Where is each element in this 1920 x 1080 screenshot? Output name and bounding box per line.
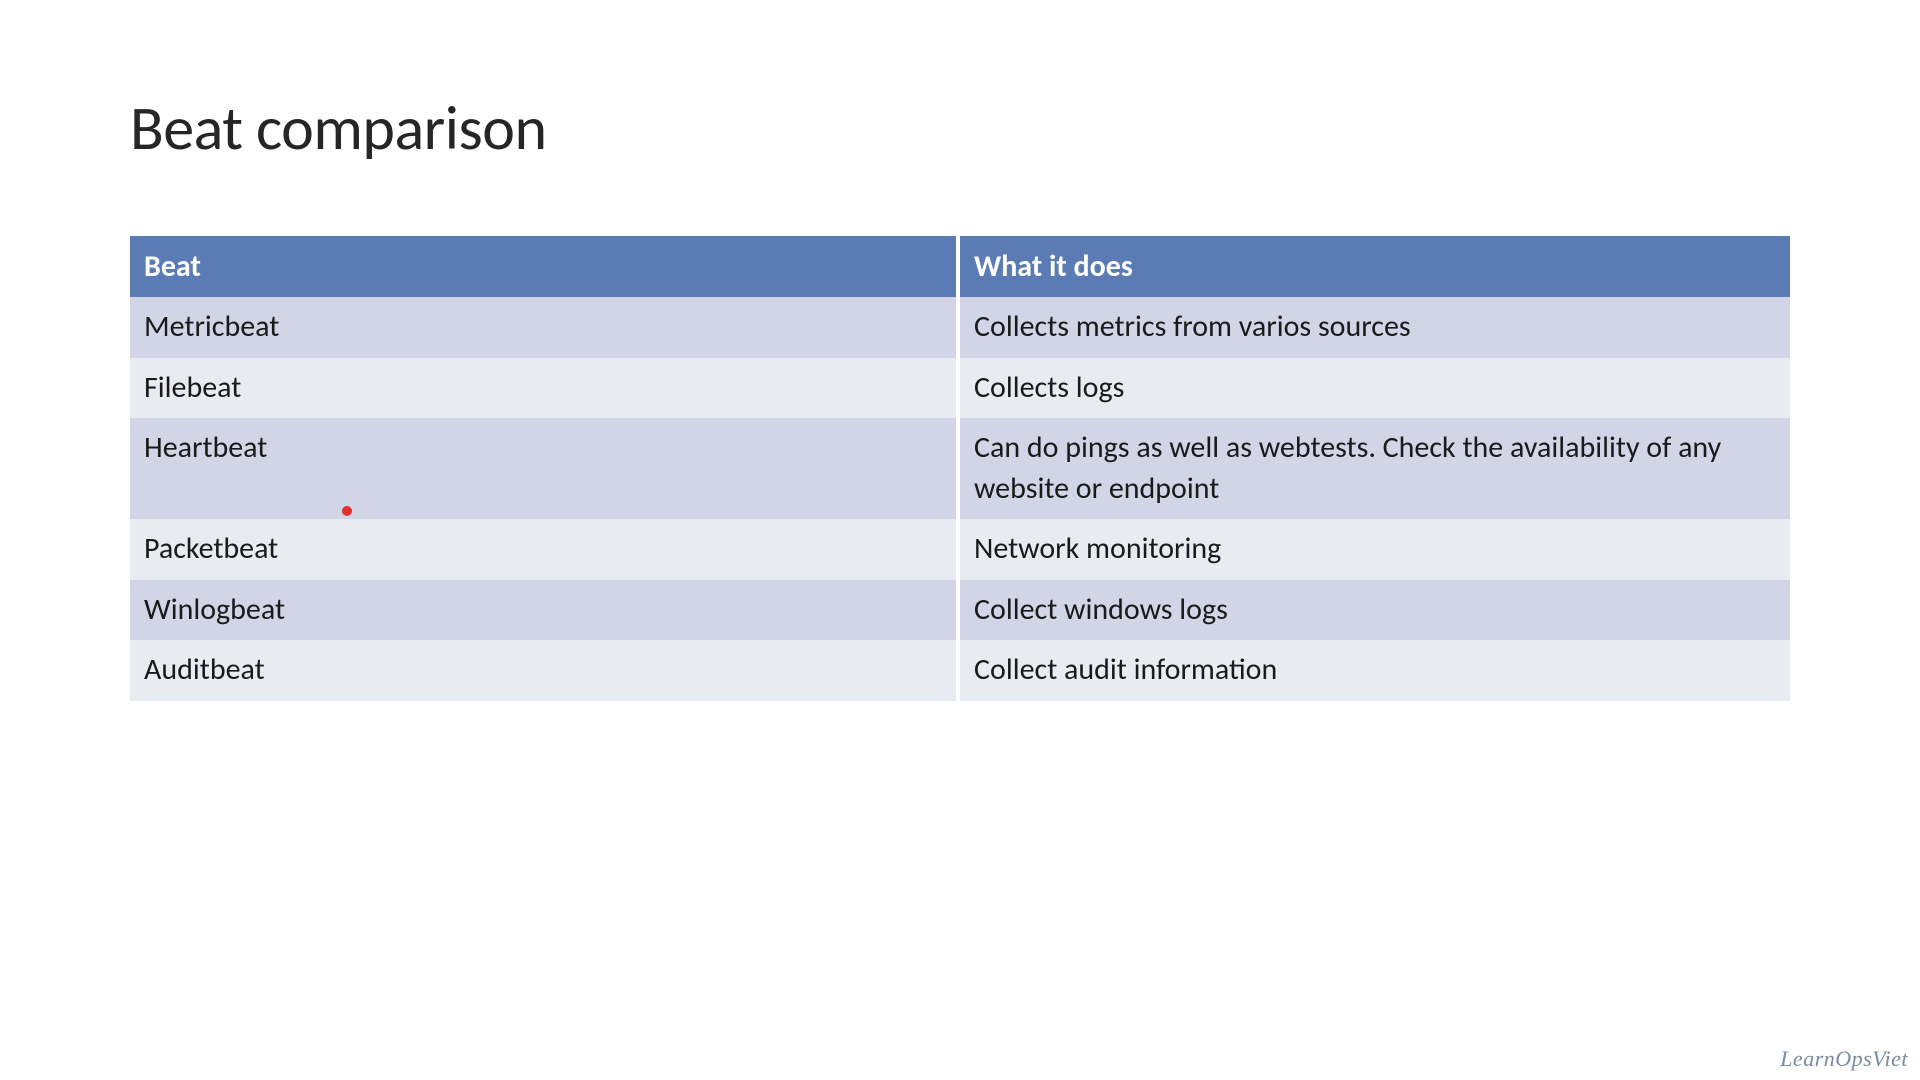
cell-beat: Filebeat [130, 358, 960, 419]
watermark: LearnOpsViet [1780, 1046, 1908, 1072]
table-row: Packetbeat Network monitoring [130, 519, 1790, 580]
cell-beat: Packetbeat [130, 519, 960, 580]
comparison-table: Beat What it does Metricbeat Collects me… [130, 236, 1790, 701]
slide-title: Beat comparison [130, 90, 1790, 166]
cell-desc: Collect windows logs [960, 580, 1790, 641]
cell-desc: Network monitoring [960, 519, 1790, 580]
header-desc: What it does [960, 236, 1790, 297]
table-row: Winlogbeat Collect windows logs [130, 580, 1790, 641]
cell-beat: Heartbeat [130, 418, 960, 519]
cell-beat-text: Heartbeat [144, 429, 267, 466]
cell-desc: Collects metrics from varios sources [960, 297, 1790, 358]
cell-beat: Winlogbeat [130, 580, 960, 641]
header-beat: Beat [130, 236, 960, 297]
cell-beat: Metricbeat [130, 297, 960, 358]
laser-pointer-icon [342, 506, 352, 516]
cell-desc: Can do pings as well as webtests. Check … [960, 418, 1790, 519]
cell-desc: Collect audit information [960, 640, 1790, 701]
cell-desc: Collects logs [960, 358, 1790, 419]
slide: Beat comparison Beat What it does Metric… [0, 0, 1920, 701]
table-row: Auditbeat Collect audit information [130, 640, 1790, 701]
table-row: Metricbeat Collects metrics from varios … [130, 297, 1790, 358]
table-row: Heartbeat Can do pings as well as webtes… [130, 418, 1790, 519]
table-header-row: Beat What it does [130, 236, 1790, 297]
table-row: Filebeat Collects logs [130, 358, 1790, 419]
cell-beat: Auditbeat [130, 640, 960, 701]
